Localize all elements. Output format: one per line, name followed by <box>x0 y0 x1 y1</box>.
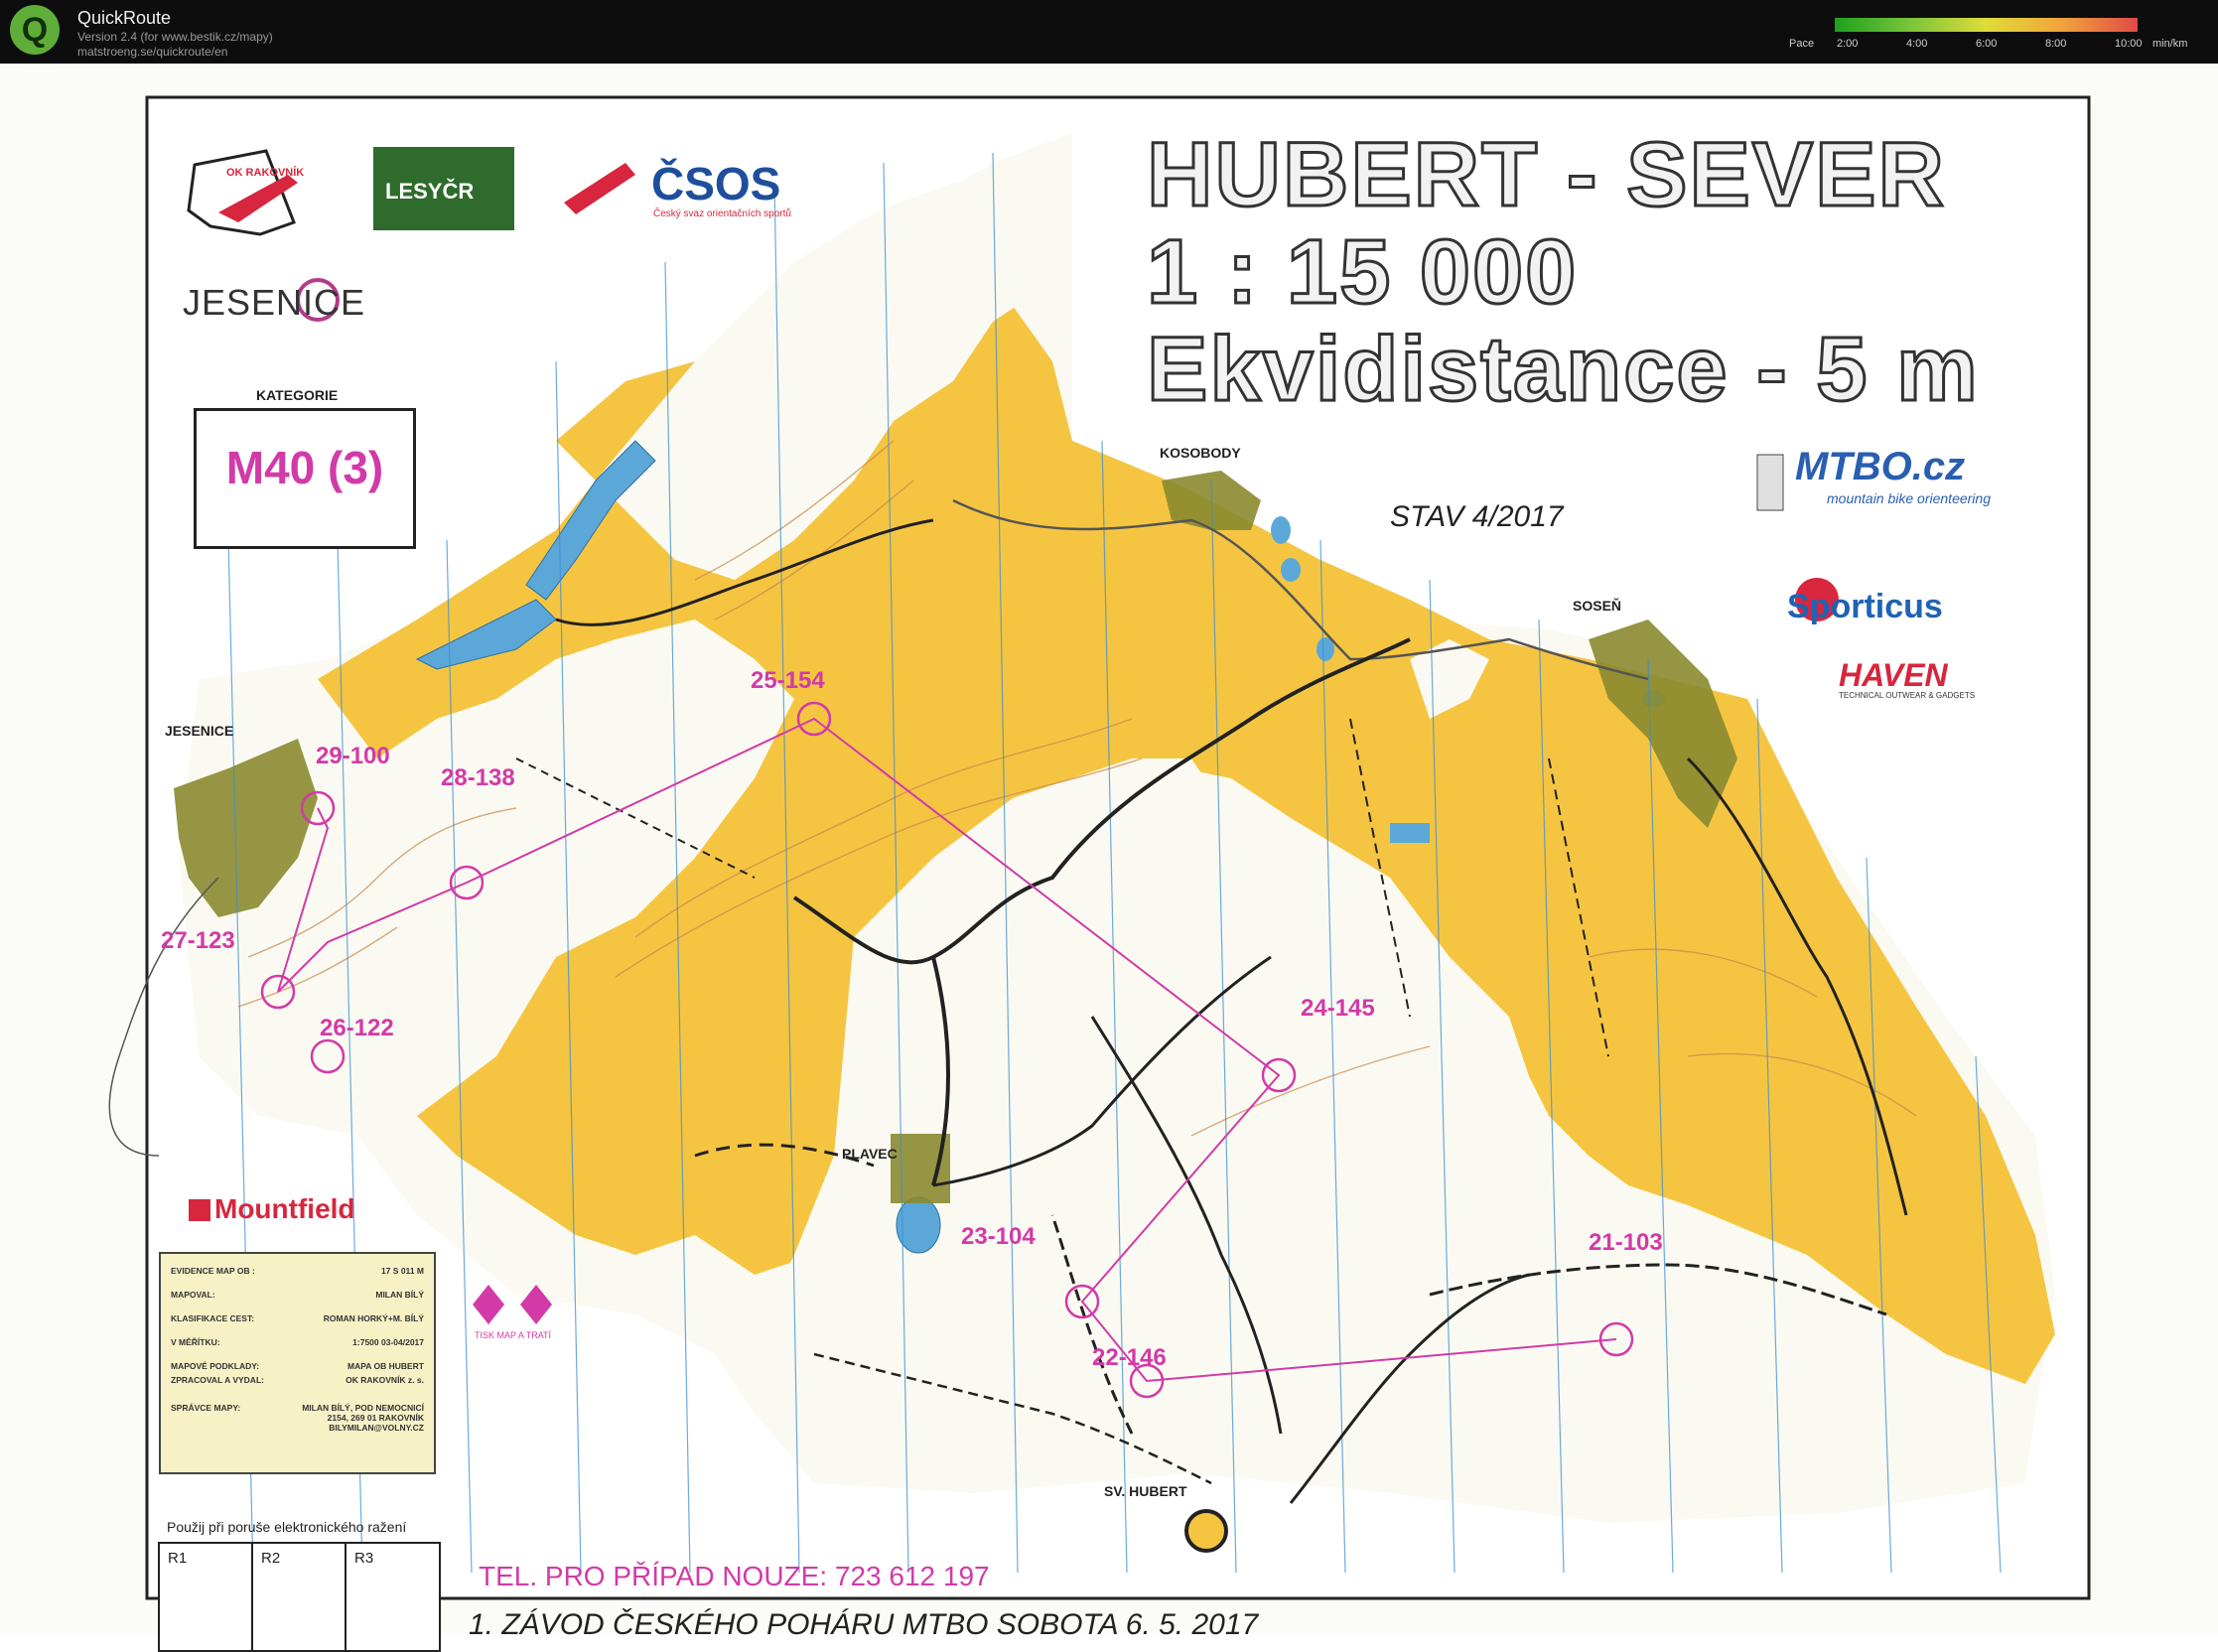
jesenice-logo-text: JESENICE <box>183 282 366 323</box>
backup-cell-label: R2 <box>261 1550 281 1567</box>
place-sosen: SOSEŇ <box>1573 598 1622 614</box>
info-value: MILAN BÍLÝ <box>375 1290 424 1300</box>
control-label[interactable]: 26-122 <box>320 1015 394 1042</box>
mtbo-subtitle: mountain bike orienteering <box>1827 490 1991 506</box>
backup-punch-label: Použij při poruše elektronického ražení <box>167 1519 407 1535</box>
info-value: MILAN BÍLÝ, POD NEMOCNICÍ 2154, 269 01 R… <box>302 1403 424 1433</box>
pace-tick: 8:00 <box>2045 38 2067 50</box>
control-label[interactable]: 25-154 <box>751 667 825 695</box>
mountfield-logo-text: Mountfield <box>214 1193 355 1224</box>
control-label[interactable]: 23-104 <box>961 1223 1036 1251</box>
category-label: KATEGORIE <box>256 387 339 403</box>
app-titlebar: Q QuickRoute Version 2.4 (for www.bestik… <box>0 0 2218 64</box>
pace-tick: 4:00 <box>1906 38 1928 50</box>
emergency-phone: TEL. PRO PŘÍPAD NOUZE: 723 612 197 <box>479 1561 990 1591</box>
csos-text: ČSOS <box>651 158 781 209</box>
backup-cell: R2 <box>253 1544 347 1650</box>
quickroute-logo-icon: Q <box>10 5 60 55</box>
info-label: EVIDENCE MAP OB : <box>171 1266 255 1276</box>
haven-logo-text: HAVEN <box>1839 657 1948 693</box>
place-sv-hubert: SV. HUBERT <box>1104 1483 1187 1499</box>
sporticus-logo-text: Sporticus <box>1787 588 1943 625</box>
info-value: ROMAN HORKÝ+M. BÍLÝ <box>323 1313 424 1323</box>
backup-cell: R1 <box>160 1544 253 1650</box>
lesy-cr-text: LESYČR <box>385 179 475 204</box>
map-scale: 1 : 15 000 <box>1145 220 1579 325</box>
pond <box>1390 823 1430 843</box>
pace-tick: 2:00 <box>1837 38 1859 50</box>
ok-rakovnik-text: OK RAKOVNÍK <box>226 167 305 179</box>
info-label: V MĚŘÍTKU: <box>171 1337 220 1347</box>
haven-subtitle: TECHNICAL OUTWEAR & GADGETS <box>1839 691 1976 700</box>
pace-tick: 10:00 <box>2115 38 2143 50</box>
csos-subtitle: Český svaz orientačních sportů <box>653 208 791 219</box>
pond <box>1281 558 1301 582</box>
app-url: matstroeng.se/quickroute/en <box>77 45 228 59</box>
info-label: MAPOVÉ PODKLADY: <box>171 1361 260 1371</box>
mtbo-logo-icon <box>1756 454 1784 511</box>
place-jesenice: JESENICE <box>165 723 234 739</box>
pace-label: Pace <box>1789 38 1815 50</box>
pace-gradient-bar <box>1835 18 2138 32</box>
map-status: STAV 4/2017 <box>1390 500 1564 533</box>
control-label[interactable]: 21-103 <box>1589 1229 1663 1257</box>
map-title-line: HUBERT - SEVER <box>1146 123 1946 227</box>
backup-punch-box: R1 R2 R3 <box>158 1542 441 1652</box>
map-canvas[interactable]: HUBERT - SEVER 1 : 15 000 Ekvidistance -… <box>0 64 2218 1652</box>
category-box: M40 (3) <box>194 408 416 549</box>
app-version: Version 2.4 (for www.bestik.cz/mapy) <box>77 30 273 44</box>
info-value: 1:7500 03-04/2017 <box>352 1337 424 1347</box>
pace-unit: min/km <box>2152 38 2188 50</box>
control-label[interactable]: 24-145 <box>1301 995 1375 1023</box>
backup-cell: R3 <box>347 1544 438 1650</box>
control-label[interactable]: 27-123 <box>161 927 235 955</box>
control-label[interactable]: 29-100 <box>316 743 390 770</box>
race-title: 1. ZÁVOD ČESKÉHO POHÁRU MTBO SOBOTA 6. 5… <box>469 1608 1259 1641</box>
category-value: M40 (3) <box>225 442 384 493</box>
mtbo-logo-text: MTBO.cz <box>1795 445 1966 488</box>
place-plavec: PLAVEC <box>842 1146 898 1162</box>
map-contour-interval: Ekvidistance - 5 m <box>1146 318 1980 422</box>
map-info-box: EVIDENCE MAP OB : 17 S 011 M MAPOVAL: MILA… <box>159 1252 436 1474</box>
pond <box>1271 516 1291 544</box>
info-value: MAPA OB HUBERT <box>347 1361 424 1371</box>
control-label[interactable]: 22-146 <box>1092 1344 1167 1372</box>
pace-tick: 6:00 <box>1976 38 1998 50</box>
zaket-subtitle: TISK MAP A TRATÍ <box>475 1330 552 1340</box>
place-kosobody: KOSOBODY <box>1160 445 1241 461</box>
info-value: OK RAKOVNÍK z. s. <box>346 1375 424 1385</box>
mountfield-logo-icon <box>189 1199 210 1221</box>
info-label: MAPOVAL: <box>171 1290 215 1300</box>
control-label[interactable]: 28-138 <box>441 764 515 792</box>
pace-legend: Pace 2:00 4:00 6:00 8:00 10:00 min/km <box>1787 16 2204 56</box>
app-title: QuickRoute <box>77 8 172 28</box>
finish-circle <box>1184 1509 1228 1553</box>
backup-cell-label: R1 <box>168 1550 188 1567</box>
backup-cell-label: R3 <box>354 1550 374 1567</box>
info-value: 17 S 011 M <box>380 1266 424 1276</box>
info-label: SPRÁVCE MAPY: <box>171 1403 241 1413</box>
info-label: KLASIFIKACE CEST: <box>171 1313 255 1323</box>
info-label: ZPRACOVAL A VYDAL: <box>171 1375 264 1385</box>
